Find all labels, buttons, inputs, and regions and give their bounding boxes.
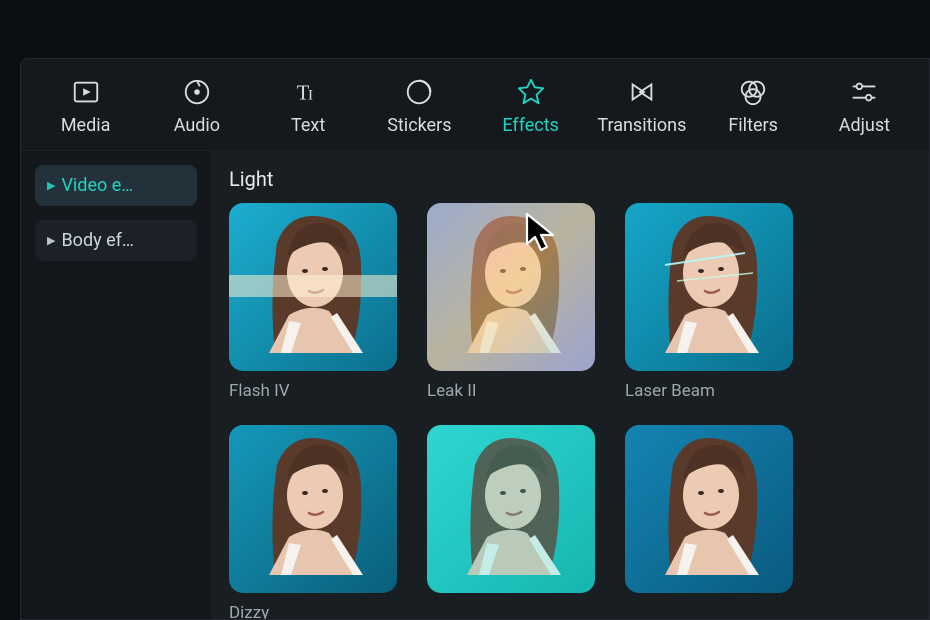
tab-text[interactable]: TI Text [254,67,363,150]
tab-label: Stickers [387,115,451,136]
effect-card [427,425,595,619]
top-toolbar: Media Audio TI Text Stickers Effects [21,59,929,151]
effect-thumbnail[interactable] [427,425,595,593]
tab-label: Media [61,115,111,136]
effect-card: Flash IV [229,203,397,401]
sidebar: ▶ Video e… ▶ Body ef… [21,151,211,619]
effect-card: Leak II [427,203,595,401]
effects-icon [514,75,548,109]
effect-thumbnail[interactable] [229,203,397,371]
tab-adjust[interactable]: Adjust [810,67,919,150]
body: ▶ Video e… ▶ Body ef… Light [21,151,929,619]
effect-label: Leak II [427,381,595,401]
sidebar-item-label: Video e… [61,175,133,196]
tab-label: Effects [502,115,559,136]
tab-label: Adjust [839,115,890,136]
effect-card [625,425,793,619]
section-title: Light [229,167,929,191]
text-icon: TI [291,75,325,109]
filters-icon [736,75,770,109]
effect-card: Dizzy [229,425,397,619]
audio-icon [180,75,214,109]
tab-transitions[interactable]: Transitions [587,67,696,150]
triangle-right-icon: ▶ [47,234,55,247]
effect-thumbnail[interactable] [427,203,595,371]
effects-grid: Flash IV Leak II [229,203,929,619]
effect-thumbnail[interactable] [229,425,397,593]
adjust-icon [847,75,881,109]
effects-panel: Light Flash IV [211,151,929,619]
tab-stickers[interactable]: Stickers [365,67,474,150]
effect-label: Dizzy [229,603,397,619]
tab-effects[interactable]: Effects [476,67,585,150]
sidebar-item-video-effects[interactable]: ▶ Video e… [35,165,197,206]
effect-label: Flash IV [229,381,397,401]
tab-label: Transitions [597,115,686,136]
svg-text:I: I [308,88,313,104]
tab-label: Text [291,115,325,136]
triangle-right-icon: ▶ [47,179,55,192]
app-window: Media Audio TI Text Stickers Effects [20,58,930,620]
media-icon [69,75,103,109]
transitions-icon [625,75,659,109]
tab-label: Filters [728,115,778,136]
effect-label: Laser Beam [625,381,793,401]
tab-media[interactable]: Media [31,67,140,150]
effect-card: Laser Beam [625,203,793,401]
effect-thumbnail[interactable] [625,425,793,593]
tab-label: Audio [174,115,220,136]
sidebar-item-body-effects[interactable]: ▶ Body ef… [35,220,197,261]
tab-audio[interactable]: Audio [142,67,251,150]
effect-thumbnail[interactable] [625,203,793,371]
stickers-icon [402,75,436,109]
tab-filters[interactable]: Filters [699,67,808,150]
sidebar-item-label: Body ef… [61,230,133,251]
